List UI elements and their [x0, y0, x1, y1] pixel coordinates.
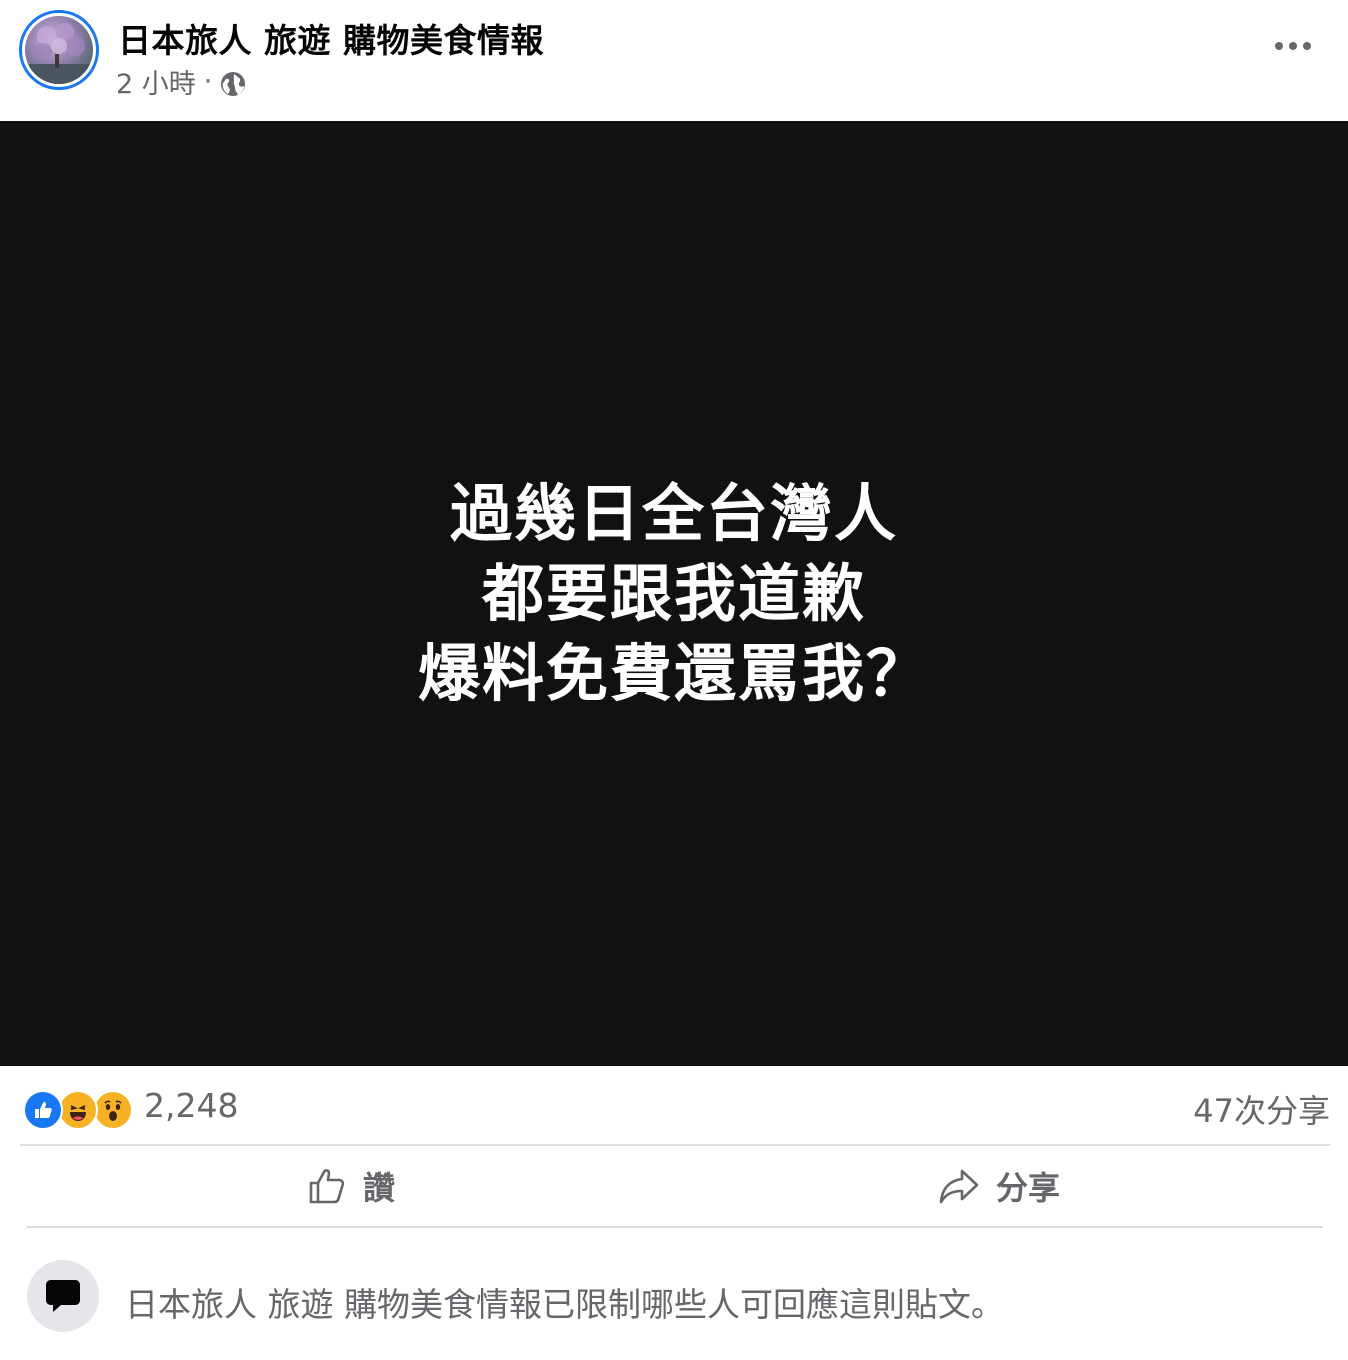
share-count[interactable]: 47次分享: [1193, 1086, 1330, 1132]
share-button[interactable]: 分享: [675, 1146, 1323, 1226]
share-arrow-icon: [939, 1169, 979, 1204]
more-options-button[interactable]: [1266, 26, 1320, 66]
notice-text: 日本旅人 旅遊 購物美食情報已限制哪些人可回應這則貼文。: [125, 1285, 1004, 1324]
comment-icon-container: [27, 1260, 99, 1332]
media-line-1: 過幾日全台灣人: [449, 476, 898, 550]
post-meta: 2 小時 ·: [116, 62, 246, 101]
share-label: 分享: [995, 1169, 1060, 1207]
media-caption: 過幾日全台灣人 都要跟我道歉 爆料免費還罵我？: [418, 474, 930, 714]
page-avatar[interactable]: [19, 10, 99, 90]
post-header: 日本旅人 旅遊 購物美食情報 2 小時 ·: [0, 0, 1348, 120]
media-line-3: 爆料免費還罵我？: [417, 636, 930, 710]
action-bar: 讚 分享: [27, 1146, 1323, 1228]
avatar-image: [25, 16, 93, 84]
post-time[interactable]: 2 小時: [116, 62, 196, 101]
reactions-summary: 2,248 47次分享: [20, 1066, 1330, 1146]
haha-reaction-icon: [58, 1090, 98, 1130]
like-reaction-icon: [23, 1090, 63, 1130]
reaction-count[interactable]: 2,248: [144, 1086, 238, 1125]
comment-restriction-notice: 日本旅人 旅遊 購物美食情報已限制哪些人可回應這則貼文。: [27, 1260, 1323, 1340]
page-name[interactable]: 日本旅人 旅遊 購物美食情報: [118, 14, 544, 62]
media-line-2: 都要跟我道歉: [481, 556, 866, 630]
comment-bubble-icon: [46, 1280, 80, 1312]
thumbs-up-icon: [309, 1169, 345, 1204]
more-horizontal-icon: [1275, 42, 1311, 50]
like-label: 讚: [362, 1169, 395, 1207]
post-media[interactable]: 過幾日全台灣人 都要跟我道歉 爆料免費還罵我？: [0, 121, 1348, 1066]
meta-separator: ·: [203, 66, 213, 97]
reaction-icons[interactable]: [23, 1090, 133, 1130]
globe-icon: [220, 71, 246, 97]
wow-reaction-icon: [93, 1090, 133, 1130]
like-button[interactable]: 讚: [27, 1146, 675, 1226]
